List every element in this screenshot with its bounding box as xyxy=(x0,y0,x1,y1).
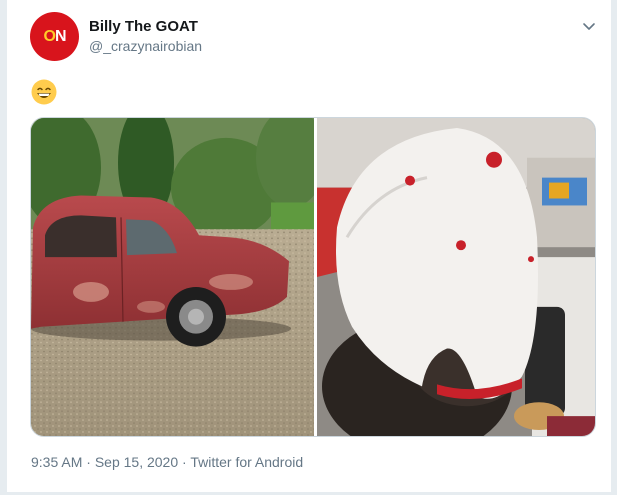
tweet-time[interactable]: 9:35 AM xyxy=(31,454,82,470)
display-name[interactable]: Billy The GOAT xyxy=(89,18,198,35)
cap-photo[interactable] xyxy=(317,118,596,436)
tweet-source[interactable]: Twitter for Android xyxy=(190,454,303,470)
user-handle[interactable]: @_crazynairobian xyxy=(89,38,202,54)
car-photo[interactable] xyxy=(31,118,314,436)
meta-separator: · xyxy=(182,454,187,470)
grinning-face-icon xyxy=(31,79,57,105)
meta-separator: · xyxy=(86,454,91,470)
tweet-meta: 9:35 AM · Sep 15, 2020 · Twitter for And… xyxy=(31,454,303,470)
avatar[interactable]: ON xyxy=(30,12,79,61)
avatar-logo: ON xyxy=(43,27,66,45)
tweet-media[interactable] xyxy=(30,117,596,437)
tweet-card[interactable]: ON Billy The GOAT @_crazynairobian 9:35 … xyxy=(6,0,612,495)
chevron-down-icon[interactable] xyxy=(581,18,597,34)
tweet-date[interactable]: Sep 15, 2020 xyxy=(95,454,178,470)
